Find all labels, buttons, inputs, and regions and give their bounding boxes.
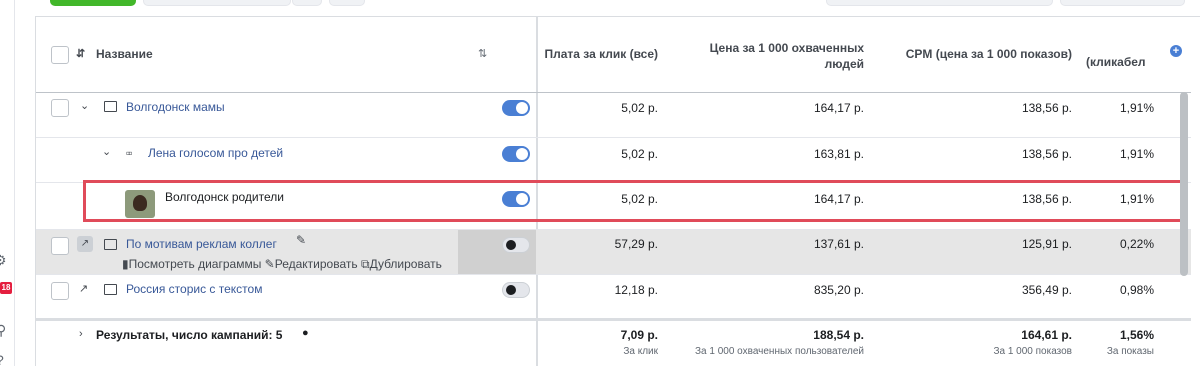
toolbar-button[interactable]: [329, 0, 365, 6]
row-checkbox[interactable]: [51, 237, 69, 255]
sort-icon[interactable]: ⇵: [76, 47, 85, 60]
header-divider: [36, 92, 1191, 93]
chart-icon: ▮: [122, 257, 129, 271]
inactive-status-icon: ↗: [77, 236, 93, 252]
cell-cost-reach: 137,61 р.: [813, 237, 864, 251]
create-button[interactable]: [50, 0, 136, 6]
header-cpc[interactable]: Плата за клик (все): [530, 47, 658, 61]
cell-ctr: 0,22%: [1119, 237, 1154, 251]
folder-icon: [104, 101, 117, 112]
highlight-frame: [83, 180, 1188, 222]
view-charts-link[interactable]: Посмотреть диаграммы: [129, 257, 262, 271]
row-divider: [36, 274, 1191, 275]
inactive-status-icon: ↗: [79, 283, 89, 295]
campaign-toggle[interactable]: [502, 282, 530, 298]
cell-cost-reach: 163,81 р.: [813, 147, 864, 161]
edit-icon: ✎: [264, 257, 275, 271]
pencil-icon[interactable]: ✎: [296, 233, 306, 247]
help-icon[interactable]: ?: [0, 352, 4, 366]
vertical-scrollbar[interactable]: [1180, 92, 1188, 276]
campaign-toggle[interactable]: [502, 100, 530, 116]
cell-cost-reach: 835,20 р.: [813, 283, 864, 297]
cell-cpc: 5,02 р.: [621, 101, 658, 115]
cell-cpc: 12,18 р.: [614, 283, 658, 297]
campaign-name-link[interactable]: Россия сторис с текстом: [126, 282, 262, 296]
cell-cpm: 138,56 р.: [1021, 147, 1072, 161]
expand-icon[interactable]: ›: [79, 328, 83, 340]
summary-cost-reach: 188,54 р.: [813, 328, 864, 342]
cell-cost-reach: 164,17 р.: [813, 101, 864, 115]
chevron-down-icon[interactable]: ⌄: [80, 99, 89, 112]
ad-set-name-link[interactable]: Лена голосом про детей: [148, 146, 283, 160]
ad-set-icon: ▫▫: [126, 146, 132, 160]
toolbar-button[interactable]: [826, 0, 1053, 6]
cell-ctr: 1,91%: [1119, 101, 1154, 115]
toolbar-button[interactable]: [292, 0, 322, 6]
left-nav: [0, 0, 15, 366]
cell-cpc: 5,02 р.: [621, 147, 658, 161]
ad-set-toggle[interactable]: [502, 146, 530, 162]
notification-badge: 18: [0, 282, 12, 294]
folder-icon: [104, 284, 117, 295]
cell-ctr: 1,91%: [1119, 147, 1154, 161]
campaign-toggle[interactable]: [502, 237, 530, 253]
select-all-checkbox[interactable]: [51, 46, 69, 64]
campaign-name-link[interactable]: Волгодонск мамы: [126, 100, 225, 114]
info-icon[interactable]: ●: [302, 327, 309, 339]
row-checkbox[interactable]: [51, 282, 69, 300]
cell-ctr: 0,98%: [1119, 283, 1154, 297]
duplicate-link[interactable]: Дублировать: [370, 257, 442, 271]
header-cpm[interactable]: CPM (цена за 1 000 показов): [880, 47, 1072, 61]
header-cost-per-1000-reached[interactable]: Цена за 1 000 охваченных людей: [676, 40, 864, 72]
summary-ctr: 1,56%: [1119, 328, 1154, 342]
chevron-down-icon[interactable]: ⌄: [102, 145, 111, 158]
folder-icon: [104, 239, 117, 250]
row-actions: ▮Посмотреть диаграммы ✎Редактировать ⧉Ду…: [122, 257, 442, 272]
row-checkbox[interactable]: [51, 99, 69, 117]
duplicate-icon: ⧉: [360, 257, 370, 271]
row-divider: [36, 137, 1191, 138]
edit-link[interactable]: Редактировать: [275, 257, 358, 271]
header-name[interactable]: Название: [96, 47, 153, 61]
toolbar-button[interactable]: [143, 0, 291, 6]
search-icon[interactable]: ⚲: [0, 322, 6, 339]
summary-cpm: 164,61 р.: [1021, 328, 1072, 342]
summary-cpm-sub: За 1 000 показов: [993, 346, 1072, 357]
settings-icon[interactable]: ⚙: [0, 252, 7, 269]
cell-cpc: 57,29 р.: [614, 237, 658, 251]
toolbar-button[interactable]: [1060, 0, 1185, 6]
cell-cpm: 125,91 р.: [1021, 237, 1072, 251]
summary-cpc: 7,09 р.: [620, 328, 658, 342]
campaign-name-link[interactable]: По мотивам реклам коллег: [126, 237, 277, 251]
cell-cpm: 138,56 р.: [1021, 101, 1072, 115]
summary-divider: [36, 318, 1191, 321]
summary-cost-reach-sub: За 1 000 охваченных пользователей: [694, 346, 864, 357]
cell-cpm: 356,49 р.: [1021, 283, 1072, 297]
add-column-icon[interactable]: +: [1170, 45, 1182, 57]
summary-ctr-sub: За показы: [1106, 346, 1154, 357]
summary-label: Результаты, число кампаний: 5: [96, 328, 283, 342]
header-ctr[interactable]: (кликабел: [1086, 55, 1154, 69]
column-sort-icon[interactable]: ⇅: [478, 47, 487, 60]
